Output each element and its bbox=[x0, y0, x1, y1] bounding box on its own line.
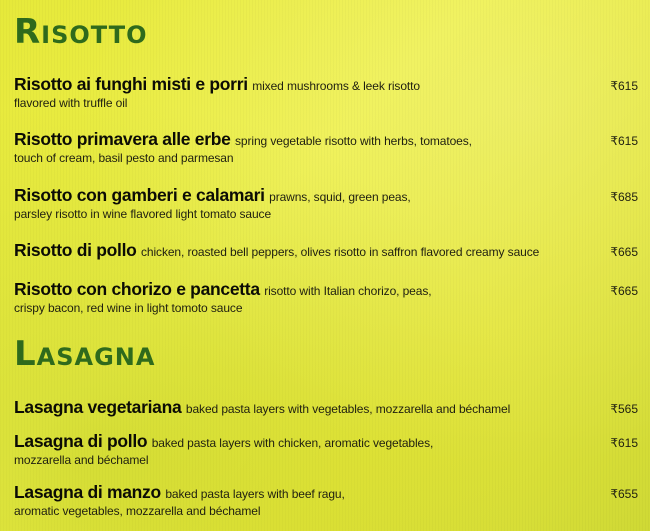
item-description-cont: touch of cream, basil pesto and parmesan bbox=[14, 151, 234, 165]
item-price: ₹655 bbox=[610, 487, 638, 501]
item-name: Lasagna di pollo bbox=[14, 431, 148, 451]
item-description: mixed mushrooms & leek risotto bbox=[252, 79, 420, 93]
item-description-cont: crispy bacon, red wine in light tomoto s… bbox=[14, 301, 243, 315]
item-description-cont: mozzarella and béchamel bbox=[14, 453, 149, 467]
item-name: Risotto di pollo bbox=[14, 240, 137, 260]
item-description-cont: flavored with truffle oil bbox=[14, 96, 128, 110]
item-name: Risotto con gamberi e calamari bbox=[14, 185, 265, 205]
item-description: chicken, roasted bell peppers, olives ri… bbox=[141, 245, 540, 259]
item-name: Risotto ai funghi misti e porri bbox=[14, 74, 248, 94]
menu-item-lasagna-manzo: Lasagna di manzo baked pasta layers with… bbox=[14, 482, 638, 518]
menu-item-risotto-primavera: Risotto primavera alle erbe spring veget… bbox=[14, 129, 638, 165]
item-price: ₹615 bbox=[610, 436, 638, 450]
item-price: ₹665 bbox=[610, 284, 638, 298]
item-name: Risotto primavera alle erbe bbox=[14, 129, 231, 149]
item-description: baked pasta layers with chicken, aromati… bbox=[151, 436, 434, 450]
item-price: ₹685 bbox=[610, 190, 638, 204]
item-price: ₹665 bbox=[610, 245, 638, 259]
menu-item-lasagna-vegetariana: Lasagna vegetariana baked pasta layers w… bbox=[14, 397, 638, 418]
menu-item-risotto-gamberi: Risotto con gamberi e calamari prawns, s… bbox=[14, 185, 638, 221]
item-name: Risotto con chorizo e pancetta bbox=[14, 279, 260, 299]
menu-item-risotto-funghi: Risotto ai funghi misti e porri mixed mu… bbox=[14, 74, 638, 110]
item-description-cont: aromatic vegetables, mozzarella and béch… bbox=[14, 504, 261, 518]
section-title-risotto: Risotto bbox=[14, 12, 148, 52]
menu-item-risotto-chorizo: Risotto con chorizo e pancetta risotto w… bbox=[14, 279, 638, 315]
item-description: risotto with Italian chorizo, peas, bbox=[264, 284, 432, 298]
item-description-cont: parsley risotto in wine flavored light t… bbox=[14, 207, 272, 221]
item-name: Lasagna vegetariana bbox=[14, 397, 182, 417]
item-description: baked pasta layers with vegetables, mozz… bbox=[185, 402, 511, 416]
item-price: ₹615 bbox=[610, 134, 638, 148]
menu-item-risotto-pollo: Risotto di pollo chicken, roasted bell p… bbox=[14, 240, 638, 261]
item-price: ₹615 bbox=[610, 79, 638, 93]
item-description: prawns, squid, green peas, bbox=[269, 190, 411, 204]
menu-item-lasagna-pollo: Lasagna di pollo baked pasta layers with… bbox=[14, 431, 638, 467]
item-description: baked pasta layers with beef ragu, bbox=[165, 487, 345, 501]
item-description: spring vegetable risotto with herbs, tom… bbox=[235, 134, 472, 148]
section-title-lasagna: Lasagna bbox=[14, 334, 156, 374]
item-price: ₹565 bbox=[610, 402, 638, 416]
item-name: Lasagna di manzo bbox=[14, 482, 161, 502]
